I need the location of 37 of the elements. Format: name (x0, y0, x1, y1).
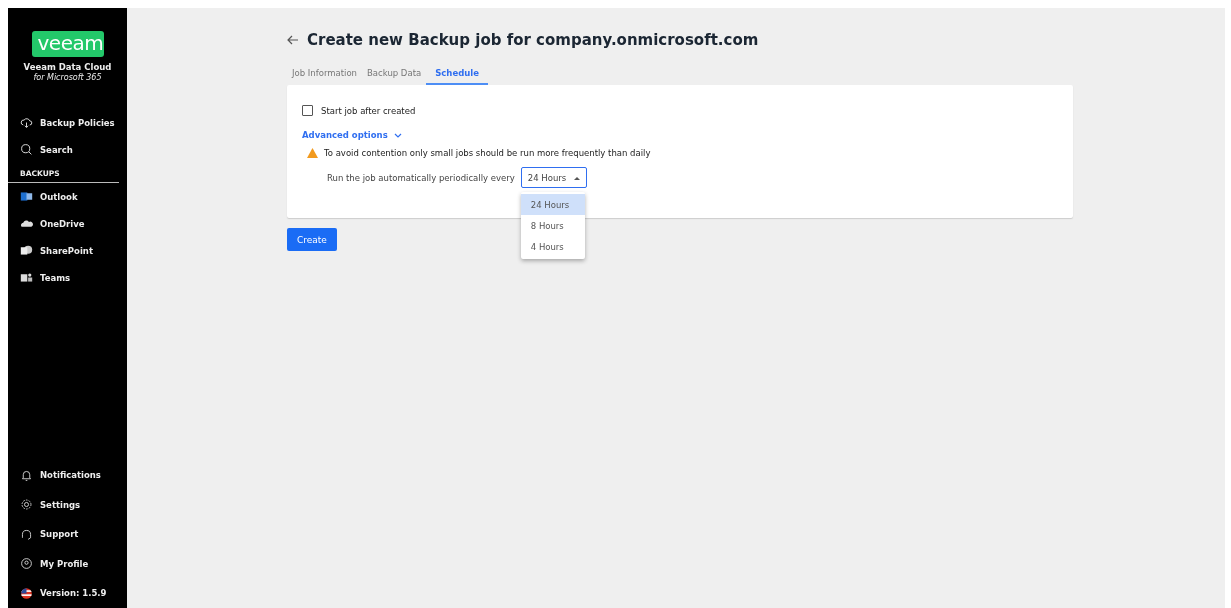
dropdown-option[interactable]: 24 Hours (520, 194, 585, 215)
bell-icon (20, 468, 33, 482)
advanced-options-link[interactable]: Advanced options (302, 130, 388, 140)
nav-item[interactable]: SharePoint (8, 237, 127, 264)
flag-icon (20, 586, 33, 600)
warning-icon (307, 148, 318, 158)
settings-icon (20, 498, 33, 512)
checkbox[interactable] (302, 105, 313, 116)
chevron-icon[interactable] (393, 132, 402, 138)
tab[interactable]: Backup Data (362, 63, 427, 85)
veeam-logo: veeam (31, 31, 104, 57)
nav-item[interactable]: Search (8, 136, 127, 163)
nav-item[interactable]: Teams (8, 264, 127, 291)
back-arrow-icon[interactable] (287, 35, 299, 45)
tab[interactable]: Job Information (287, 63, 362, 85)
product-subtitle: for Microsoft 365 (32, 73, 103, 82)
period-dropdown[interactable]: 24 Hours (520, 167, 588, 188)
search-icon (20, 143, 33, 156)
cloud-icon (20, 116, 33, 129)
dropdown-option[interactable]: 8 Hours (520, 215, 585, 236)
caret-icon (574, 175, 581, 180)
nav-item[interactable]: Support (8, 519, 127, 549)
profile-icon (20, 557, 33, 571)
nav-item[interactable]: Outlook (8, 183, 127, 210)
run-label: Run the job automatically periodically every (327, 172, 515, 183)
checkbox-label: Start job after created (321, 105, 416, 116)
nav-item[interactable]: OneDrive (8, 210, 127, 237)
page-title: Create new Backup job for company.onmicrosoft.com (307, 31, 759, 49)
create-button[interactable]: Create (287, 228, 337, 251)
nav-item[interactable]: Settings (8, 490, 127, 520)
nav-item[interactable]: My Profile (8, 549, 127, 579)
nav-item[interactable]: Notifications (8, 460, 127, 490)
product-name: Veeam Data Cloud (22, 62, 113, 72)
dropdown-option[interactable]: 4 Hours (520, 236, 585, 257)
nav-item[interactable]: Backup Policies (8, 109, 127, 136)
warning-text: To avoid contention only small jobs should be run more frequently than daily (324, 148, 651, 158)
nav-item[interactable]: Version: 1.5.9 (8, 578, 127, 608)
